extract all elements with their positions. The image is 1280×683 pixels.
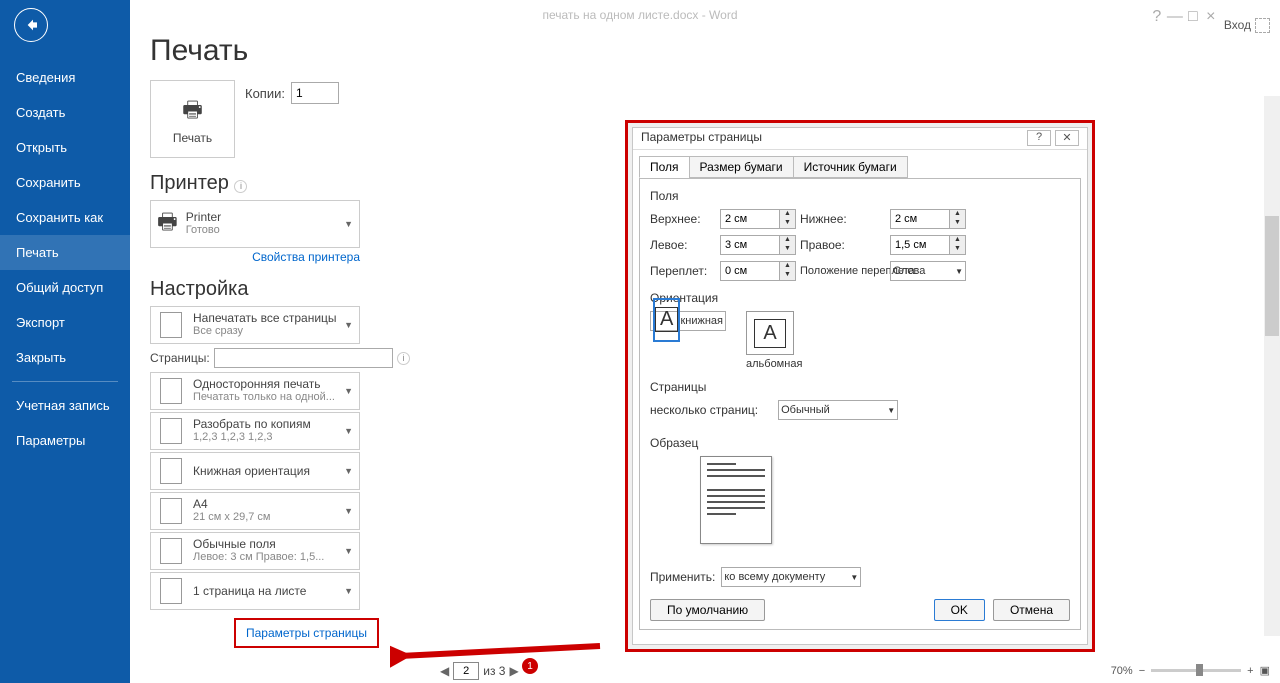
page-setup-link[interactable]: Параметры страницы	[234, 618, 379, 648]
left-margin-input[interactable]: ▲▼	[720, 235, 796, 255]
dialog-help-button[interactable]: ?	[1027, 130, 1051, 146]
sides-dropdown[interactable]: Односторонняя печатьПечатать только на о…	[150, 372, 360, 410]
zoom-in-button[interactable]: +	[1247, 665, 1253, 677]
copies-input[interactable]	[291, 82, 339, 104]
multipages-label: несколько страниц:	[650, 403, 758, 417]
window-title: печать на одном листе.docx - Word	[543, 8, 738, 22]
window-controls[interactable]: ?—□×	[1148, 8, 1220, 26]
printer-properties-link[interactable]: Свойства принтера	[150, 250, 360, 264]
sidebar-item-new[interactable]: Создать	[0, 95, 130, 130]
printer-info-icon[interactable]: i	[234, 180, 247, 193]
oneside-icon	[160, 378, 182, 404]
top-margin-input[interactable]: ▲▼	[720, 209, 796, 229]
multipages-select[interactable]: Обычный▼	[778, 400, 898, 420]
orientation-landscape[interactable]: Aальбомная	[746, 311, 802, 370]
pages-group-label: Страницы	[650, 380, 1070, 394]
printer-status-icon: 🖶	[157, 205, 178, 243]
pages-icon	[160, 312, 182, 338]
sidebar-item-account[interactable]: Учетная запись	[0, 388, 130, 423]
apply-to-select[interactable]: ко всему документу▼	[721, 567, 861, 587]
gutter-label: Переплет:	[650, 264, 720, 278]
user-icon[interactable]	[1255, 18, 1270, 33]
tab-paper-source[interactable]: Источник бумаги	[793, 156, 908, 178]
collate-dropdown[interactable]: Разобрать по копиям1,2,3 1,2,3 1,2,3 ▼	[150, 412, 360, 450]
pages-label: Страницы:	[150, 351, 210, 365]
sidebar-item-share[interactable]: Общий доступ	[0, 270, 130, 305]
bottom-margin-label: Нижнее:	[800, 212, 890, 226]
gutter-pos-select[interactable]: Слева▼	[890, 261, 966, 281]
tab-paper-size[interactable]: Размер бумаги	[689, 156, 794, 178]
print-range-dropdown[interactable]: Напечатать все страницыВсе сразу ▼	[150, 306, 360, 344]
top-margin-label: Верхнее:	[650, 212, 720, 226]
backstage-sidebar: Сведения Создать Открыть Сохранить Сохра…	[0, 0, 130, 683]
sidebar-item-export[interactable]: Экспорт	[0, 305, 130, 340]
printer-dropdown[interactable]: 🖶 PrinterГотово ▼	[150, 200, 360, 248]
page-setup-dialog: Параметры страницы ✕ ? Поля Размер бумаг…	[632, 127, 1088, 645]
default-button[interactable]: По умолчанию	[650, 599, 765, 621]
title-bar: печать на одном листе.docx - Word ?—□× В…	[0, 0, 1280, 30]
next-page-button[interactable]: ▶	[509, 664, 518, 678]
prev-page-button[interactable]: ◀	[440, 664, 449, 678]
orientation-portrait[interactable]: Aкнижная	[650, 311, 726, 331]
paper-icon	[160, 498, 182, 524]
zoom-control: 70% − + ▣	[1111, 664, 1270, 677]
paper-dropdown[interactable]: A421 см x 29,7 см ▼	[150, 492, 360, 530]
page-setup-dialog-highlight: Параметры страницы ✕ ? Поля Размер бумаг…	[625, 120, 1095, 652]
pages-info-icon[interactable]: i	[397, 352, 410, 365]
sample-group-label: Образец	[650, 436, 1070, 450]
page-title: Печать	[150, 34, 410, 68]
apply-to-label: Применить:	[650, 570, 715, 584]
sidebar-item-options[interactable]: Параметры	[0, 423, 130, 458]
sample-preview	[700, 456, 772, 544]
left-margin-label: Левое:	[650, 238, 720, 252]
sidebar-item-close[interactable]: Закрыть	[0, 340, 130, 375]
copies-label: Копии:	[245, 86, 285, 101]
sidebar-item-save[interactable]: Сохранить	[0, 165, 130, 200]
margins-dropdown[interactable]: Обычные поляЛевое: 3 см Правое: 1,5... ▼	[150, 532, 360, 570]
back-button[interactable]	[14, 8, 48, 42]
margins-group-label: Поля	[650, 189, 1070, 203]
preview-page-nav: ◀ из 3 ▶	[440, 662, 519, 680]
zoom-slider[interactable]	[1151, 669, 1241, 672]
tab-margins[interactable]: Поля	[639, 156, 690, 178]
dialog-title: Параметры страницы	[641, 130, 762, 144]
margins-icon	[160, 538, 182, 564]
settings-section: Настройка	[150, 278, 410, 301]
orientation-group-label: Ориентация	[650, 291, 1070, 305]
pages-input[interactable]	[214, 348, 393, 368]
login-link[interactable]: Вход	[1224, 18, 1251, 32]
sidebar-item-saveas[interactable]: Сохранить как	[0, 200, 130, 235]
sidebar-item-open[interactable]: Открыть	[0, 130, 130, 165]
ok-button[interactable]: OK	[934, 599, 985, 621]
dialog-close-button[interactable]: ✕	[1055, 130, 1079, 146]
zoom-fit-button[interactable]: ▣	[1260, 664, 1270, 677]
page-number-input[interactable]	[453, 662, 479, 680]
printer-icon: 🖶	[182, 93, 203, 131]
preview-scrollbar[interactable]	[1264, 96, 1280, 636]
orientation-icon	[160, 458, 182, 484]
right-margin-label: Правое:	[800, 238, 890, 252]
gutter-input[interactable]: ▲▼	[720, 261, 796, 281]
right-margin-input[interactable]: ▲▼	[890, 235, 966, 255]
print-button[interactable]: 🖶 Печать	[150, 80, 235, 158]
page-total: из 3	[483, 664, 505, 678]
gutter-pos-label: Положение переплета:	[800, 265, 890, 277]
print-panel: Печать 🖶 Печать Копии: Принтер i 🖶 Print…	[150, 34, 410, 648]
sidebar-item-info[interactable]: Сведения	[0, 60, 130, 95]
zoom-out-button[interactable]: −	[1139, 665, 1145, 677]
bottom-margin-input[interactable]: ▲▼	[890, 209, 966, 229]
collate-icon	[160, 418, 182, 444]
zoom-value: 70%	[1111, 665, 1133, 677]
cancel-button[interactable]: Отмена	[993, 599, 1070, 621]
pages-per-sheet-dropdown[interactable]: 1 страница на листе ▼	[150, 572, 360, 610]
sidebar-item-print[interactable]: Печать	[0, 235, 130, 270]
printer-section: Принтер	[150, 172, 229, 194]
orientation-dropdown[interactable]: Книжная ориентация ▼	[150, 452, 360, 490]
perpage-icon	[160, 578, 182, 604]
